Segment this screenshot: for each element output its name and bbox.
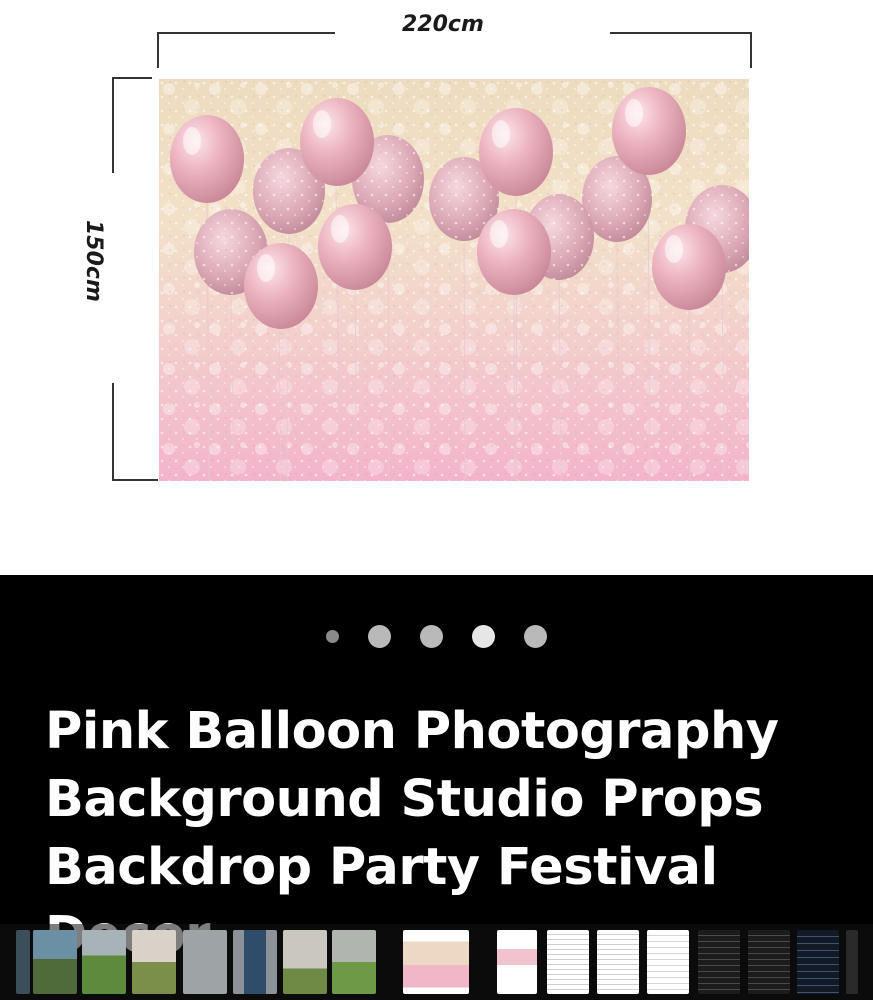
thumbnail[interactable]	[233, 930, 277, 994]
product-image[interactable]: 220cm 150cm	[0, 0, 873, 575]
thumbnail[interactable]	[132, 930, 176, 994]
width-dimension-line-right	[610, 32, 752, 34]
thumbnail[interactable]	[33, 930, 77, 994]
thumbnail[interactable]	[82, 930, 126, 994]
height-dimension-line-bottom	[112, 383, 114, 481]
carousel-dot-active[interactable]	[472, 624, 495, 648]
thumbnail-page[interactable]	[597, 930, 639, 994]
thumbnail[interactable]	[16, 930, 30, 994]
height-dimension-tick-top	[112, 77, 152, 79]
thumbnail-dark[interactable]	[748, 930, 790, 994]
thumbnail-backdrop[interactable]	[403, 930, 469, 994]
width-dimension-tick-right	[750, 32, 752, 68]
width-dimension-line-left	[157, 32, 335, 34]
width-dimension-tick-left	[157, 32, 159, 68]
carousel-dot[interactable]	[368, 624, 391, 648]
width-dimension-label: 220cm	[402, 12, 484, 37]
thumbnail[interactable]	[332, 930, 376, 994]
thumbnail[interactable]	[183, 930, 227, 994]
thumbnail-dark[interactable]	[797, 930, 839, 994]
thumbnail[interactable]	[846, 930, 858, 994]
height-dimension-label: 150cm	[81, 220, 106, 302]
carousel-dot[interactable]	[420, 624, 443, 648]
thumbnail-page[interactable]	[547, 930, 589, 994]
carousel-dot[interactable]	[524, 624, 547, 648]
carousel-dot[interactable]	[326, 629, 339, 643]
thumbnail[interactable]	[283, 930, 327, 994]
carousel-indicator[interactable]	[0, 624, 873, 648]
height-dimension-tick-bottom	[112, 479, 158, 481]
screenshot-thumbnail-strip[interactable]	[0, 924, 873, 1000]
thumbnail-page[interactable]	[647, 930, 689, 994]
balloon-backdrop-image	[159, 79, 749, 481]
thumbnail-dark[interactable]	[698, 930, 740, 994]
height-dimension-line-top	[112, 77, 114, 173]
thumbnail-page[interactable]	[497, 930, 537, 994]
